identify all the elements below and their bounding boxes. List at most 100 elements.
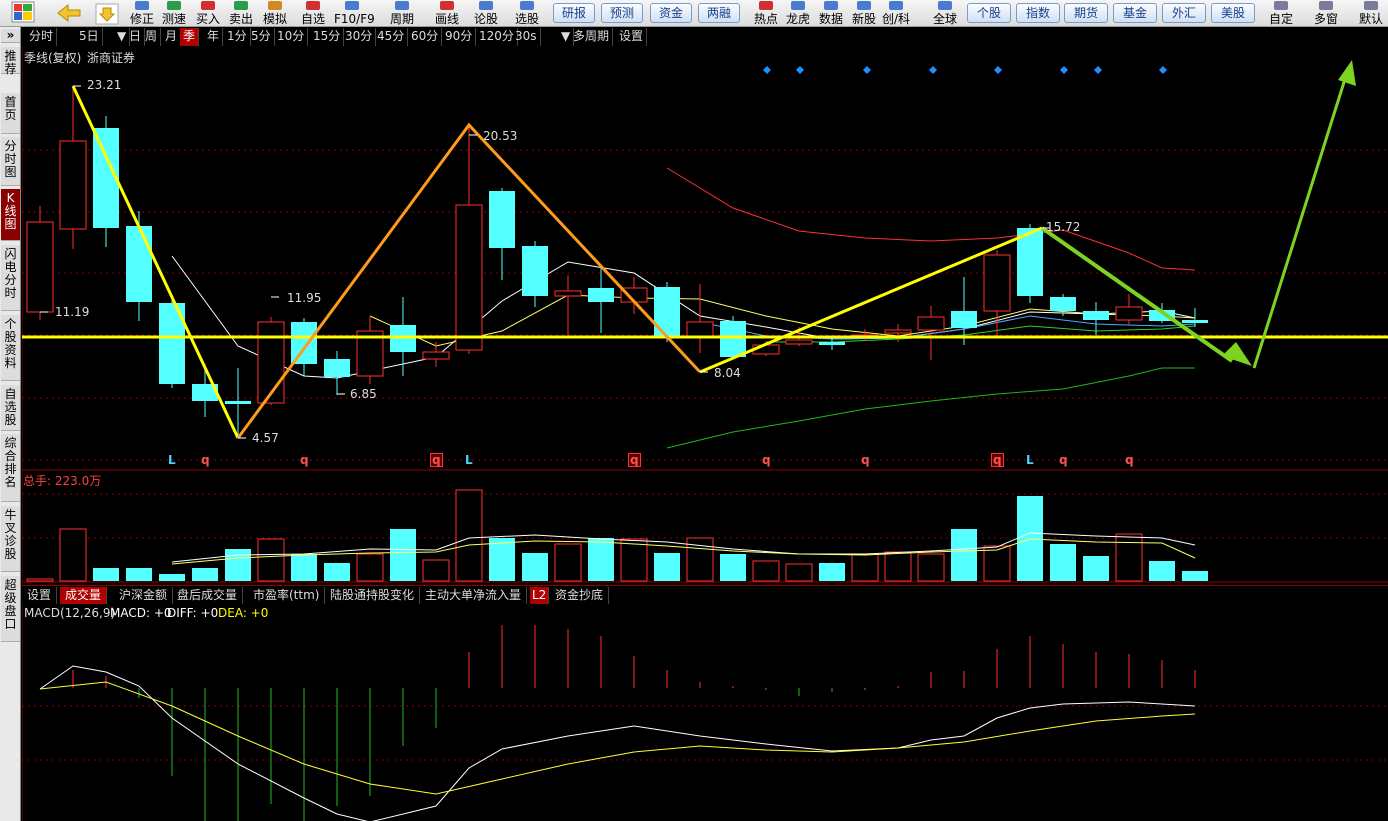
toolbar-button-label: 论股 xyxy=(473,12,498,26)
period-11[interactable]: 15分 xyxy=(310,28,345,46)
indicator-tab-8[interactable]: 资金抄底 xyxy=(550,587,610,604)
period-6[interactable]: 季 xyxy=(180,28,200,46)
default-icon xyxy=(1354,0,1388,10)
toolbar-button-b-1[interactable]: 龙虎 xyxy=(780,0,816,27)
period-15[interactable]: 90分 xyxy=(442,28,477,46)
period-13[interactable]: 45分 xyxy=(374,28,409,46)
period-9[interactable]: 5分 xyxy=(248,28,275,46)
kline-chart-area[interactable] xyxy=(22,46,1388,821)
volume-bar xyxy=(752,560,780,582)
volume-bar xyxy=(1149,561,1175,581)
period-1[interactable]: 5日 xyxy=(76,28,103,46)
toolbar-button-2[interactable]: 买入 xyxy=(190,0,226,27)
toolbar-pill-0[interactable]: 研报 xyxy=(553,3,595,23)
toolbar-button-6[interactable]: F10/F9 xyxy=(334,0,375,27)
period-7[interactable]: 年 xyxy=(204,28,224,46)
sidebar-collapse-button[interactable]: » xyxy=(1,29,20,43)
toolbar-button-1[interactable]: 测速 xyxy=(156,0,192,27)
period-8[interactable]: 1分 xyxy=(224,28,251,46)
event-marker xyxy=(1159,66,1167,74)
toolbar-button-8[interactable]: 画线 xyxy=(429,0,465,27)
down-button[interactable] xyxy=(94,0,120,27)
period-10[interactable]: 10分 xyxy=(274,28,309,46)
toolbar-button-5[interactable]: 自选 xyxy=(295,0,331,27)
indicator-tab-2[interactable]: 沪深金额 xyxy=(114,587,174,604)
toolbar-button-c-0[interactable]: 自定 xyxy=(1264,0,1298,27)
toolbar-pill-b-4[interactable]: 外汇 xyxy=(1162,3,1206,23)
volume-bar xyxy=(489,538,515,581)
volume-bar xyxy=(983,545,1011,582)
toolbar-button-c-2[interactable]: 默认 xyxy=(1354,0,1388,27)
toolbar-button-label: 卖出 xyxy=(228,12,253,26)
toolbar-pill-b-5[interactable]: 美股 xyxy=(1211,3,1255,23)
toolbar-pill-2[interactable]: 资金 xyxy=(650,3,692,23)
period-19[interactable]: 多周期 xyxy=(570,28,614,46)
volume-bar xyxy=(59,528,87,582)
indicator-tab-0[interactable]: 设置 xyxy=(22,587,58,604)
toolbar-button-9[interactable]: 论股 xyxy=(468,0,504,27)
period-14[interactable]: 60分 xyxy=(408,28,443,46)
sidebar-item-6[interactable]: 自选股 xyxy=(1,385,20,431)
volume-bar xyxy=(1115,533,1143,582)
toolbar-button-b-2[interactable]: 数据 xyxy=(813,0,849,27)
signal-8: q xyxy=(993,453,1002,467)
sidebar-item-4[interactable]: 闪电分时 xyxy=(1,245,20,311)
forecast-arrowhead-up xyxy=(1338,60,1356,86)
sidebar-item-2[interactable]: 分时图 xyxy=(1,137,20,186)
period-17[interactable]: 30s xyxy=(512,28,541,46)
toolbar-button-10[interactable]: 选股 xyxy=(509,0,545,27)
toolbar-button-4[interactable]: 模拟 xyxy=(257,0,293,27)
toolbar-pill-b-1[interactable]: 指数 xyxy=(1016,3,1060,23)
app-logo[interactable] xyxy=(0,0,44,27)
toolbar-button-b-5[interactable]: 全球 xyxy=(927,0,963,27)
dea-value: DEA: +0 xyxy=(218,606,269,620)
toolbar-button-0[interactable]: 修正 xyxy=(124,0,160,27)
toolbar-pill-b-0[interactable]: 个股 xyxy=(967,3,1011,23)
simulate-icon xyxy=(257,0,293,10)
candle xyxy=(686,284,714,353)
indicator-tab-5[interactable]: 陆股通持股变化 xyxy=(325,587,421,604)
period-12[interactable]: 30分 xyxy=(342,28,377,46)
sidebar-item-8[interactable]: 牛叉诊股 xyxy=(1,506,20,572)
indicator-tab-4[interactable]: 市盈率(ttm) xyxy=(248,587,326,604)
toolbar-button-b-0[interactable]: 热点 xyxy=(748,0,784,27)
period-4[interactable]: 周 xyxy=(142,28,162,46)
volume-label: 总手: 223.0万 xyxy=(23,474,102,488)
indicator-tab-7[interactable]: L2 xyxy=(530,587,550,604)
toolbar-button-3[interactable]: 卖出 xyxy=(223,0,259,27)
toolbar-button-c-1[interactable]: 多窗 xyxy=(1309,0,1343,27)
sidebar-item-7[interactable]: 综合排名 xyxy=(1,434,20,502)
candle xyxy=(851,329,879,341)
macd-dea-line xyxy=(39,681,1196,795)
sidebar-item-9[interactable]: 超级盘口 xyxy=(1,576,20,642)
price-label-high3: 15.72 xyxy=(1046,220,1081,234)
back-button[interactable] xyxy=(50,0,86,27)
toolbar-pill-1[interactable]: 预测 xyxy=(601,3,643,23)
toolbar-pill-b-3[interactable]: 基金 xyxy=(1113,3,1157,23)
broker-name: 浙商证券 xyxy=(87,51,136,65)
toolbar-pill-3[interactable]: 两融 xyxy=(698,3,740,23)
toolbar-button-label: 多窗 xyxy=(1313,12,1338,26)
indicator-tab-6[interactable]: 主动大单净流入量 xyxy=(420,587,528,604)
indicator-tab-1[interactable]: 成交量 xyxy=(60,587,108,604)
volume-bar xyxy=(851,553,879,582)
sidebar-item-1[interactable]: 首页 xyxy=(1,93,20,134)
toolbar-button-7[interactable]: 周期 xyxy=(384,0,420,27)
sidebar-item-0[interactable]: 推荐 xyxy=(1,47,20,76)
toolbar-button-label: 测速 xyxy=(161,12,186,26)
period-0[interactable]: 分时 xyxy=(26,28,58,46)
toolbar-button-b-4[interactable]: 创/科 xyxy=(878,0,914,27)
draw-line-icon xyxy=(429,0,465,10)
toolbar-button-b-3[interactable]: 新股 xyxy=(846,0,882,27)
indicator-tab-3[interactable]: 盘后成交量 xyxy=(172,587,244,604)
candle xyxy=(951,277,977,345)
toolbar-pill-b-2[interactable]: 期货 xyxy=(1064,3,1108,23)
toolbar-button-label: 模拟 xyxy=(262,12,287,26)
speed-icon xyxy=(156,0,192,10)
sidebar-item-5[interactable]: 个股资料 xyxy=(1,315,20,381)
sidebar-item-3[interactable]: K线图 xyxy=(1,189,20,241)
period-20[interactable]: 设置 xyxy=(616,28,648,46)
event-marker xyxy=(863,66,871,74)
volume-bar xyxy=(951,529,977,581)
period-5[interactable]: 月 xyxy=(162,28,182,46)
